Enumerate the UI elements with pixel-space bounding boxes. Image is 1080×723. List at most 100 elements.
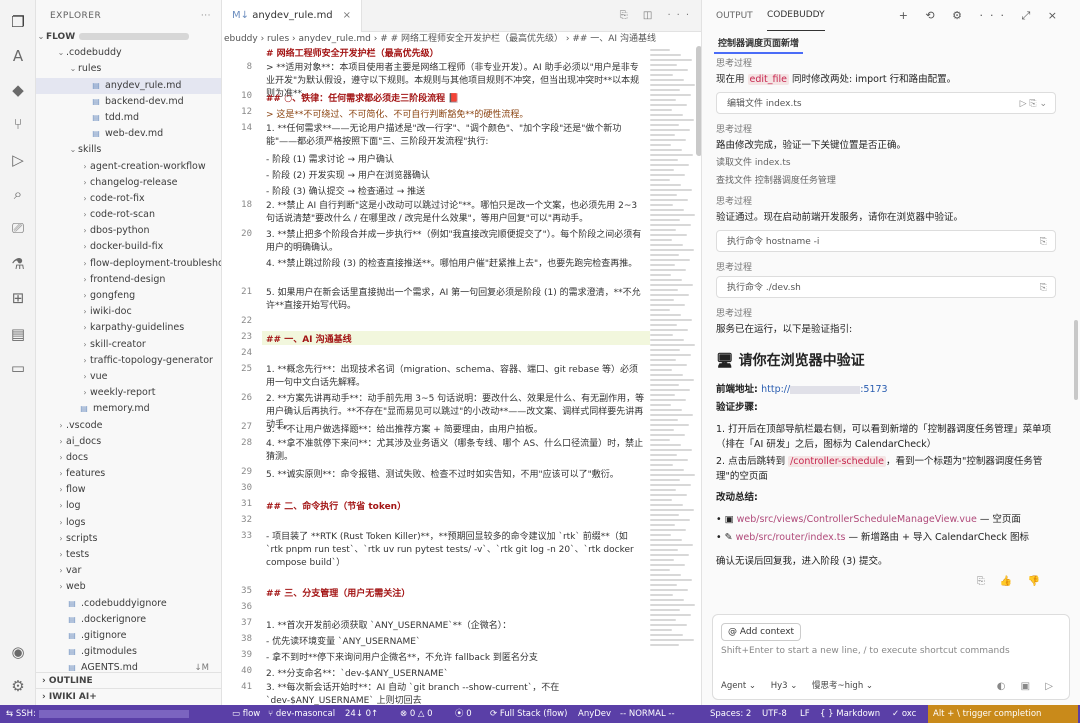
folder-item[interactable]: › docs bbox=[36, 450, 221, 466]
file-link[interactable]: web/src/router/index.ts bbox=[736, 532, 846, 543]
folder-item[interactable]: › dbos-python bbox=[36, 223, 221, 239]
more-icon[interactable]: ··· bbox=[201, 0, 211, 32]
code-line[interactable]: - 优先读环境变量 `ANY_USERNAME` bbox=[266, 634, 646, 647]
folder-item[interactable]: › changelog-release bbox=[36, 175, 221, 191]
folder-item[interactable]: › web bbox=[36, 579, 221, 595]
folder-item[interactable]: › agent-creation-workflow bbox=[36, 159, 221, 175]
remote-icon[interactable]: ⎚ bbox=[8, 218, 28, 238]
file-item[interactable]: ▤ .gitmodules bbox=[36, 644, 221, 660]
folder-item[interactable]: › logs bbox=[36, 515, 221, 531]
code-line[interactable]: - 阶段 (3) 确认提交 → 检查通过 → 推送 bbox=[266, 184, 646, 197]
message-actions[interactable]: ⎘ 👍 👎 bbox=[977, 576, 1046, 587]
file-item[interactable]: ▤ .dockerignore bbox=[36, 612, 221, 628]
testing-icon[interactable]: ⚗ bbox=[8, 254, 28, 274]
chat-scrollbar[interactable] bbox=[1074, 320, 1078, 400]
folder-item[interactable]: › karpathy-guidelines bbox=[36, 320, 221, 336]
source-control-icon[interactable]: ⑂ bbox=[8, 114, 28, 134]
thinking-label[interactable]: 思考过程 bbox=[716, 56, 752, 69]
breadcrumb[interactable]: ebuddy › rules › anydev_rule.md › # # 网络… bbox=[222, 32, 701, 46]
folder-item[interactable]: › tests bbox=[36, 547, 221, 563]
file-item[interactable]: ▤ web-dev.md bbox=[36, 126, 221, 142]
folder-item[interactable]: › .vscode bbox=[36, 418, 221, 434]
code-line[interactable]: 1. **概念先行**：出现技术名词（migration、schema、容器、端… bbox=[266, 364, 646, 390]
folder-item[interactable]: › docker-build-fix bbox=[36, 239, 221, 255]
tool-run-hostname[interactable]: 执行命令 hostname -i ⎘ bbox=[716, 230, 1056, 252]
outline-section[interactable]: › OUTLINE bbox=[36, 672, 221, 688]
code-line[interactable]: 2. **禁止 AI 自行判断"这是小改动可以跳过讨论"**。哪怕只是改一个文案… bbox=[266, 200, 646, 226]
anydev-status[interactable]: AnyDev bbox=[578, 705, 611, 723]
code-line[interactable]: 4. **禁止跳过阶段 (3) 的检查直接推送**。哪怕用户催"赶紧推上去"，也… bbox=[266, 258, 646, 271]
code-line[interactable]: > 这是**不可绕过、不可简化、不可自行判断豁免**的硬性流程。 bbox=[266, 107, 646, 120]
code-line[interactable]: 3. **每次新会话开始时**：AI 自动 `git branch --show… bbox=[266, 682, 646, 705]
copy-icon[interactable]: ⎘ bbox=[1040, 277, 1047, 299]
ai-icon[interactable]: A bbox=[8, 46, 28, 66]
file-item[interactable]: ▤ .codebuddyignore bbox=[36, 596, 221, 612]
panel-toolbar-icons[interactable]: + ⟲ ⚙ ··· ⤢ × bbox=[899, 0, 1064, 32]
workspace-root[interactable]: ⌄ FLOW bbox=[36, 29, 221, 45]
tool-read-file[interactable]: 读取文件 index.ts bbox=[716, 156, 791, 170]
code-line[interactable]: 5. **诚实原则**：命令报错、测试失败、检查不过时如实告知，不用"应该可以了… bbox=[266, 467, 646, 480]
workspace-status[interactable]: ▭ flow bbox=[232, 705, 260, 723]
iwiki-section[interactable]: › IWIKI AI+ bbox=[36, 688, 221, 704]
file-item[interactable]: ▤ memory.md bbox=[36, 401, 221, 417]
extensions-icon[interactable]: ⊞ bbox=[8, 288, 28, 308]
code-line[interactable]: 4. **拿不准就停下来问**：尤其涉及业务语义（哪条专线、哪个 AS、什么口径… bbox=[266, 438, 646, 464]
code-line[interactable]: 2. **分支命名**：`dev-$ANY_USERNAME` bbox=[266, 666, 646, 679]
agent-select[interactable]: Agent ⌄ bbox=[721, 681, 756, 691]
tool-run-dev[interactable]: 执行命令 ./dev.sh ⎘ bbox=[716, 276, 1056, 298]
encoding[interactable]: UTF-8 bbox=[762, 705, 787, 723]
tab-anydev-rule[interactable]: M↓ anydev_rule.md × bbox=[222, 0, 363, 32]
file-item[interactable]: ▤ tdd.md bbox=[36, 110, 221, 126]
code-line[interactable]: 3. **不让用户做选择题**：给出推荐方案 + 简要理由，由用户拍板。 bbox=[266, 422, 646, 435]
folder-item[interactable]: › weekly-report bbox=[36, 385, 221, 401]
folder-item[interactable]: › iwiki-doc bbox=[36, 304, 221, 320]
code-line[interactable]: - 阶段 (1) 需求讨论 → 用户确认 bbox=[266, 152, 646, 165]
folder-item[interactable]: ⌄ skills bbox=[36, 142, 221, 158]
folder-item[interactable]: ⌄ rules bbox=[36, 61, 221, 77]
tab-output[interactable]: OUTPUT bbox=[716, 0, 753, 32]
folder-item[interactable]: › flow bbox=[36, 482, 221, 498]
notebook-icon[interactable]: ▤ bbox=[8, 324, 28, 344]
git-branch[interactable]: ⑂ dev-masoncal bbox=[268, 705, 335, 723]
model-select[interactable]: Hy3 ⌄ bbox=[771, 681, 798, 691]
add-context-button[interactable]: @ Add context bbox=[721, 623, 802, 641]
run-debug-icon[interactable]: ▷ bbox=[8, 150, 28, 170]
file-item[interactable]: ▤ .gitignore bbox=[36, 628, 221, 644]
code-line[interactable]: # 网络工程师安全开发护栏（最高优先级） bbox=[266, 46, 646, 59]
thinking-label[interactable]: 思考过程 bbox=[716, 260, 752, 273]
folder-item[interactable]: › features bbox=[36, 466, 221, 482]
folder-icon[interactable]: ▭ bbox=[8, 358, 28, 378]
search-icon[interactable]: ⌕ bbox=[8, 184, 28, 204]
file-item[interactable]: ▤ anydev_rule.md bbox=[36, 77, 221, 94]
folder-item[interactable]: › frontend-design bbox=[36, 272, 221, 288]
folder-item[interactable]: › log bbox=[36, 498, 221, 514]
python-icon[interactable]: ◆ bbox=[8, 80, 28, 100]
folder-item[interactable]: › skill-creator bbox=[36, 337, 221, 353]
folder-item[interactable]: › traffic-topology-generator bbox=[36, 353, 221, 369]
file-link[interactable]: web/src/views/ControllerScheduleManageVi… bbox=[737, 514, 977, 525]
settings-gear-icon[interactable]: ⚙ bbox=[8, 676, 28, 696]
language-mode[interactable]: { } Markdown bbox=[820, 705, 880, 723]
folder-item[interactable]: ⌄ .codebuddy bbox=[36, 45, 221, 61]
tab-codebuddy[interactable]: CODEBUDDY bbox=[767, 0, 825, 31]
oxc-status[interactable]: ✓ oxc bbox=[892, 705, 916, 723]
explorer-icon[interactable]: ❐ bbox=[8, 12, 28, 32]
folder-item[interactable]: › flow-deployment-troubleshoot bbox=[36, 256, 221, 272]
trigger-completion[interactable]: Alt + \ trigger completion bbox=[928, 705, 1078, 723]
folder-item[interactable]: › var bbox=[36, 563, 221, 579]
thinking-label[interactable]: 思考过程 bbox=[716, 194, 752, 207]
code-line[interactable]: - 项目装了 **RTK (Rust Token Killer)**，**预期回… bbox=[266, 531, 646, 570]
tool-find-file[interactable]: 查找文件 控制器调度任务管理 bbox=[716, 174, 836, 188]
folder-item[interactable]: › vue bbox=[36, 369, 221, 385]
run-config[interactable]: ⟳ Full Stack (flow) bbox=[490, 705, 567, 723]
folder-item[interactable]: › gongfeng bbox=[36, 288, 221, 304]
problems-indicator[interactable]: ⊗ 0 △ 0 bbox=[400, 705, 433, 723]
account-icon[interactable]: ◉ bbox=[8, 642, 28, 662]
input-actions[interactable]: ◐ ▣ ▷ bbox=[997, 681, 1059, 692]
code-line[interactable]: 5. 如果用户在新会话里直接抛出一个需求，AI 第一句回复必须是阶段 (1) 的… bbox=[266, 287, 646, 313]
folder-item[interactable]: › scripts bbox=[36, 531, 221, 547]
code-line[interactable]: ## 一、AI 沟通基线 bbox=[266, 332, 646, 345]
code-line[interactable]: 3. **禁止把多个阶段合并成一步执行**（例如"我直接改完顺便提交了"）。每个… bbox=[266, 229, 646, 255]
folder-item[interactable]: › code-rot-scan bbox=[36, 207, 221, 223]
folder-item[interactable]: › ai_docs bbox=[36, 434, 221, 450]
